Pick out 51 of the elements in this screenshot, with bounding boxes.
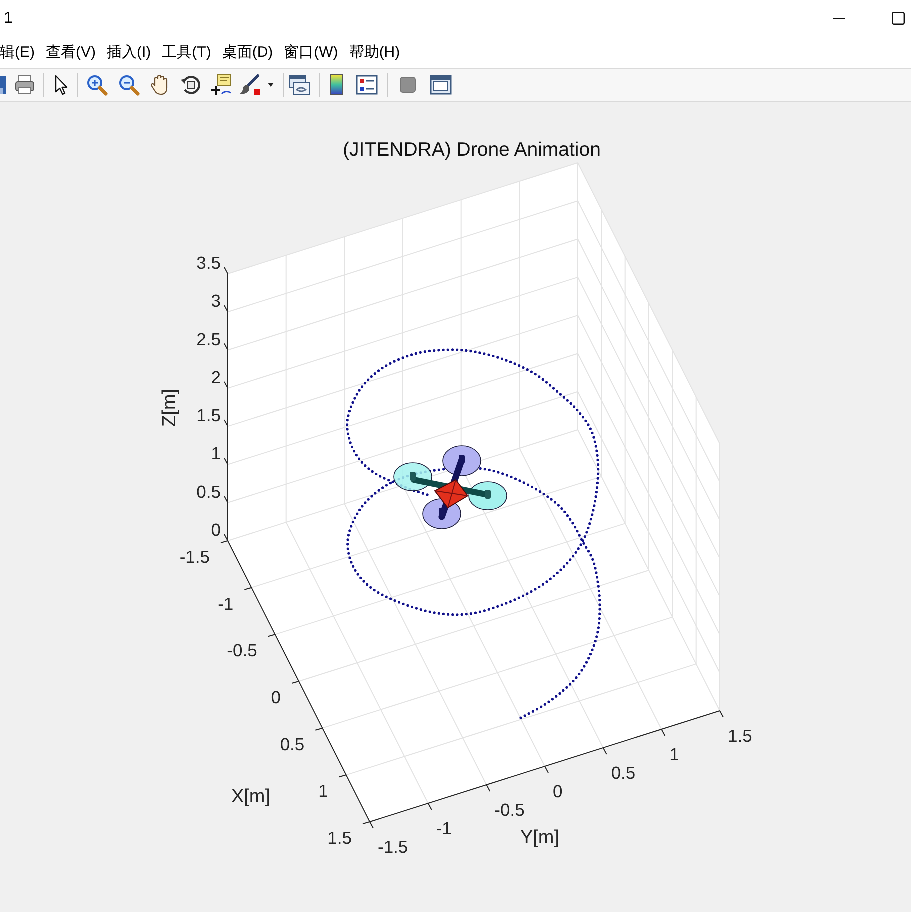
menu-item[interactable]: 窗口(W) xyxy=(284,45,338,60)
tick-label: 3.5 xyxy=(196,253,221,273)
tick-label: 1 xyxy=(211,444,221,464)
tick-label: 1.5 xyxy=(196,406,221,426)
tick-label: 0 xyxy=(211,520,221,540)
menu-item[interactable]: 查看(V) xyxy=(46,45,96,60)
menu-item[interactable]: 插入(I) xyxy=(107,45,152,60)
menu-item[interactable]: 工具(T) xyxy=(162,45,212,60)
chart-title: (JITENDRA) Drone Animation xyxy=(343,139,601,161)
tick-label: 2.5 xyxy=(196,329,221,350)
hand-icon[interactable] xyxy=(150,74,170,96)
pointer-icon[interactable] xyxy=(55,75,69,95)
tick-label: -1 xyxy=(218,594,234,614)
tick-label: -1 xyxy=(436,818,452,838)
menu-item[interactable]: 帮助(H) xyxy=(349,45,400,60)
tick-label: 1.5 xyxy=(728,726,752,746)
tick-label: 1 xyxy=(670,744,680,764)
rotate-icon[interactable] xyxy=(180,74,202,96)
tick-label: -0.5 xyxy=(227,640,258,661)
data-cursor-icon[interactable] xyxy=(210,74,232,96)
square-icon[interactable] xyxy=(400,77,416,93)
tick-label: 0.5 xyxy=(196,482,221,502)
tick-label: 3 xyxy=(211,291,221,312)
linked-windows-icon[interactable] xyxy=(289,74,311,96)
save-icon[interactable] xyxy=(0,76,6,94)
tick-label: 0 xyxy=(553,782,563,802)
axis-label: X[m] xyxy=(231,786,271,808)
minimize-icon[interactable] xyxy=(833,18,845,20)
caret-icon[interactable] xyxy=(268,83,274,87)
window-title: 1 xyxy=(3,10,13,26)
tick-label: 1 xyxy=(318,781,328,802)
menu-item[interactable]: 辑(E) xyxy=(0,45,35,60)
tick-label: 0.5 xyxy=(280,734,305,754)
tick-label: 0.5 xyxy=(611,763,636,783)
zoom-in-icon[interactable] xyxy=(86,74,108,96)
tick-label: -1.5 xyxy=(378,837,408,857)
window-icon[interactable] xyxy=(430,75,452,95)
maximize-icon[interactable] xyxy=(892,12,905,25)
tick-label: -0.5 xyxy=(494,800,525,820)
tick-label: -1.5 xyxy=(180,547,210,567)
print-icon[interactable] xyxy=(15,75,35,95)
tick-label: 1.5 xyxy=(328,828,352,848)
axis-label: Z[m] xyxy=(160,389,180,427)
brush-icon[interactable] xyxy=(239,74,261,96)
tick-label: 2 xyxy=(211,367,221,388)
legend-icon[interactable] xyxy=(356,74,378,96)
colorbar-icon[interactable] xyxy=(330,74,344,96)
zoom-out-icon[interactable] xyxy=(118,74,140,96)
tick-label: 0 xyxy=(271,688,281,708)
axis-label: Y[m] xyxy=(520,828,560,848)
menu-item[interactable]: 桌面(D) xyxy=(222,45,274,60)
